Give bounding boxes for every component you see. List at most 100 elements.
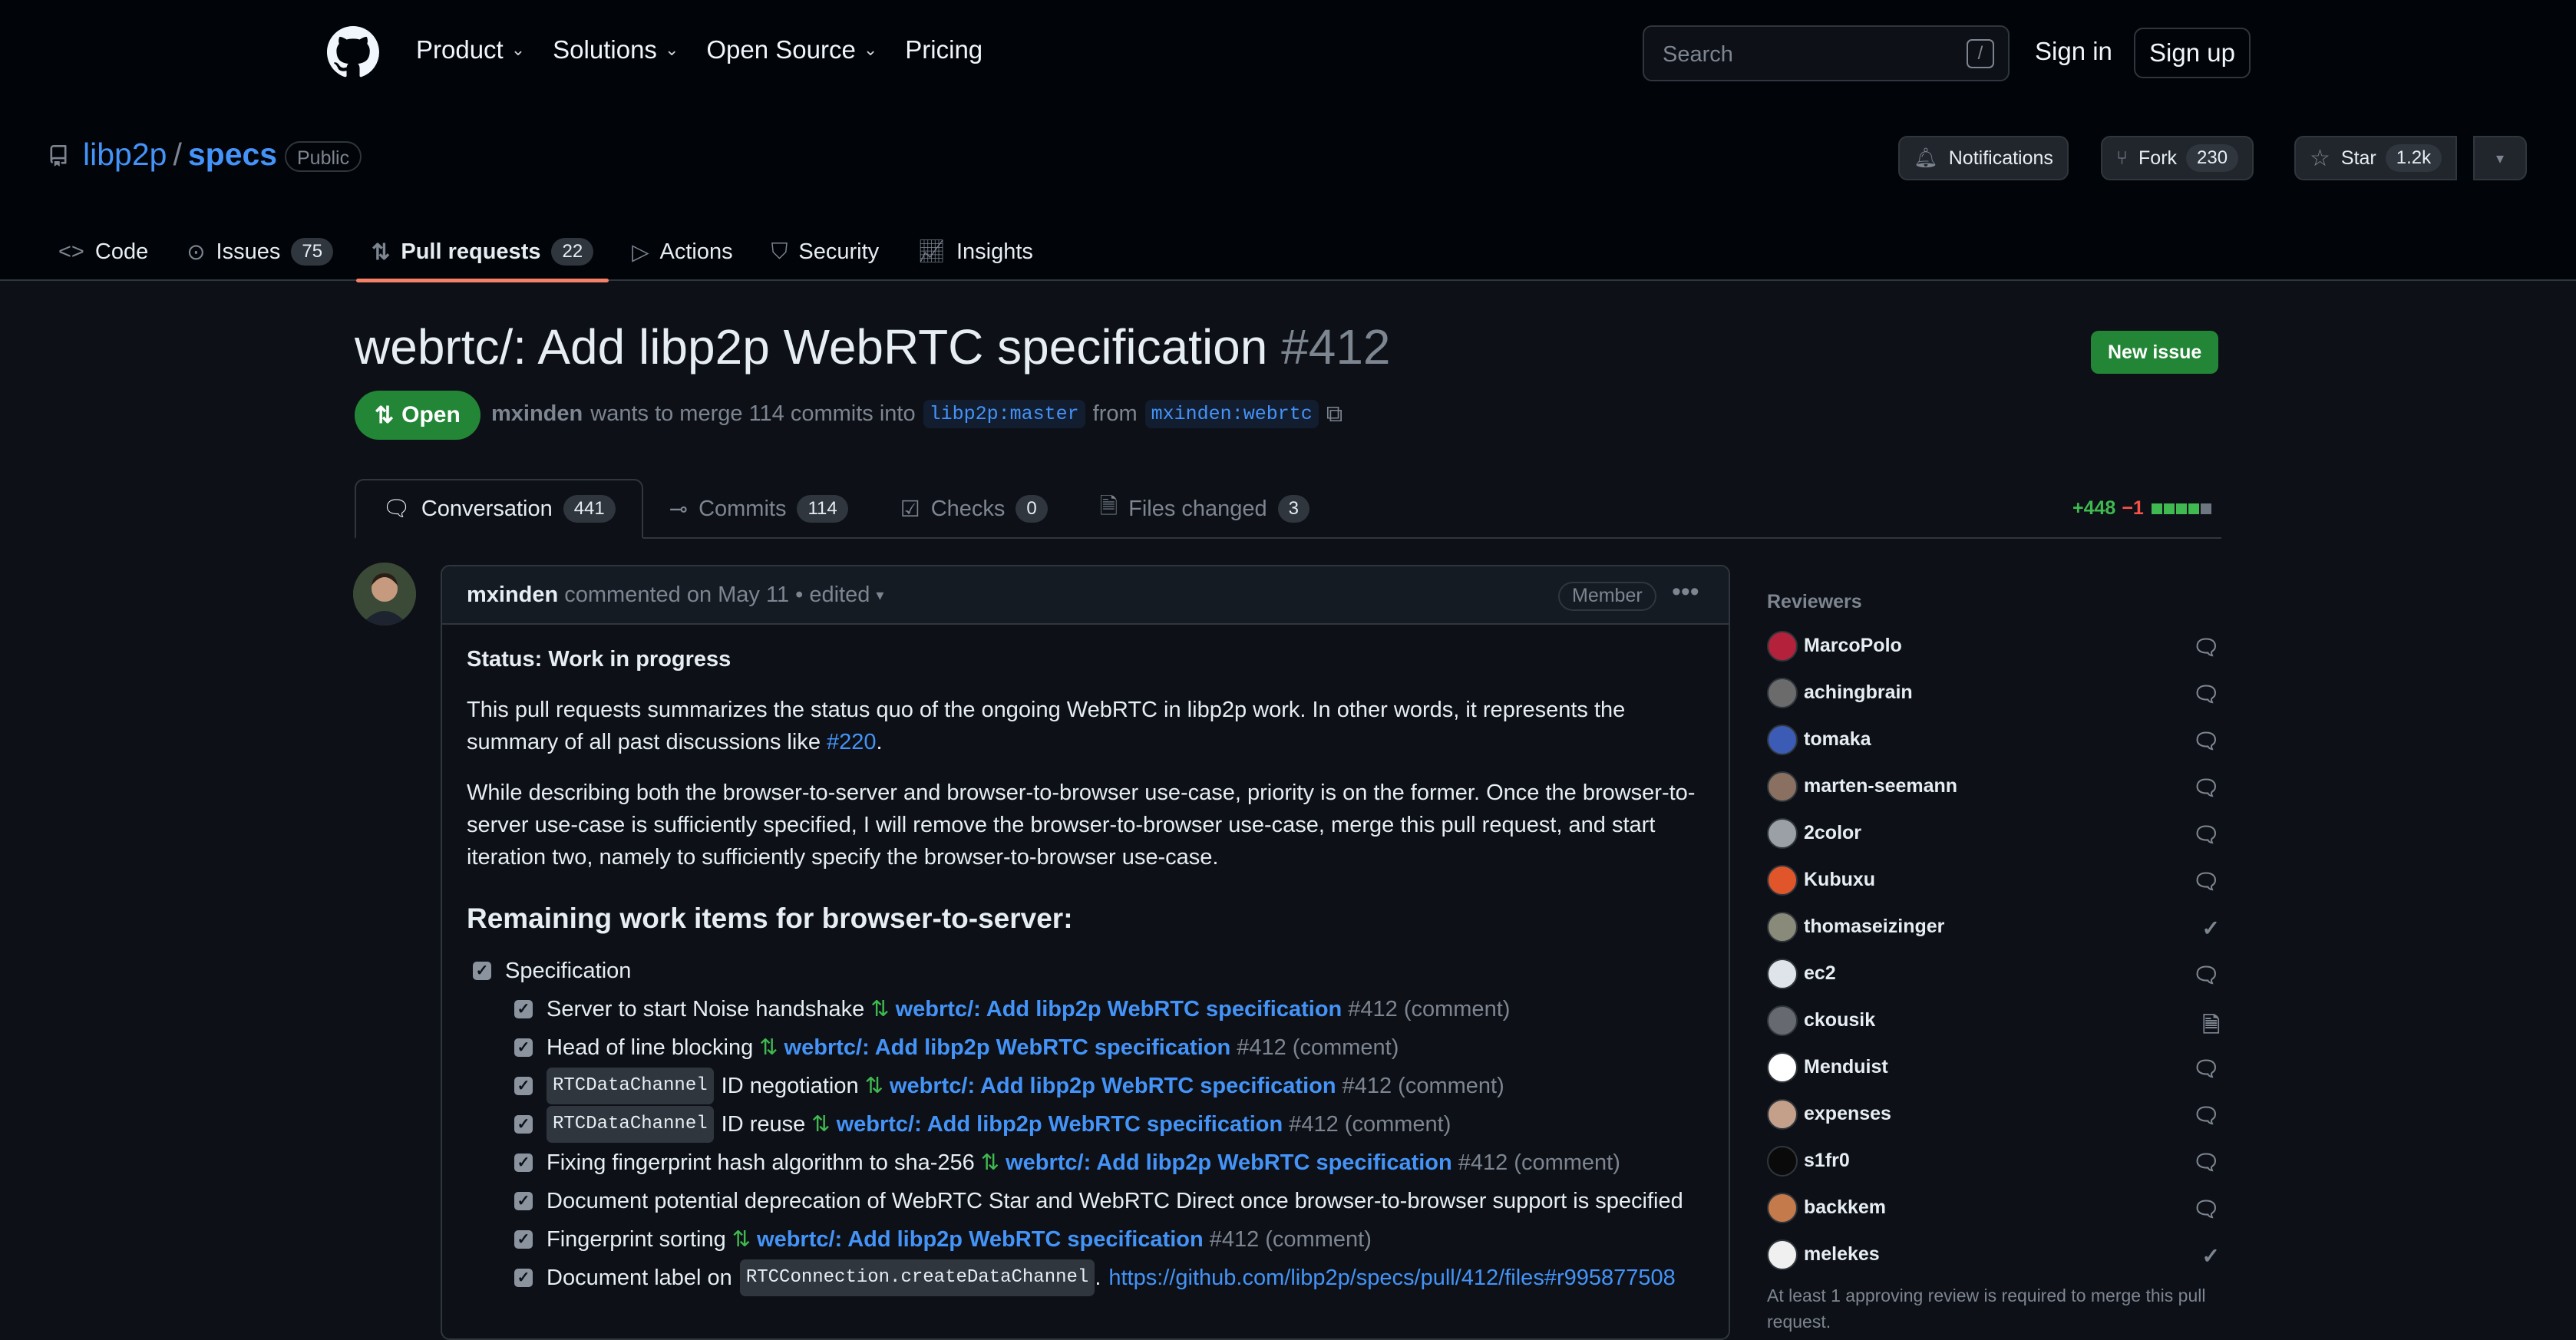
- reviewer-item[interactable]: thomaseizinger ✓: [1767, 903, 2220, 950]
- issue-link[interactable]: #220: [827, 730, 877, 754]
- base-branch[interactable]: libp2p:master: [923, 400, 1085, 428]
- url-link[interactable]: https://github.com/libp2p/specs/pull/412…: [1108, 1262, 1675, 1294]
- reviewer-item[interactable]: 2color 🗨︎: [1767, 810, 2220, 856]
- avatar[interactable]: [1767, 1145, 1798, 1177]
- avatar[interactable]: [1767, 1005, 1798, 1036]
- avatar[interactable]: [1767, 1192, 1798, 1223]
- avatar[interactable]: [353, 563, 416, 625]
- reviewer-name[interactable]: ec2: [1804, 962, 1836, 985]
- github-logo-icon[interactable]: [327, 26, 379, 78]
- reviewer-item[interactable]: ec2 🗨︎: [1767, 950, 2220, 997]
- caret-down-icon[interactable]: ▾: [876, 586, 883, 605]
- tab-insights[interactable]: 📈︎ Insights: [917, 223, 1033, 281]
- reviewer-name[interactable]: Kubuxu: [1804, 869, 1875, 891]
- task-checkbox[interactable]: ✓: [473, 962, 491, 980]
- task-checkbox[interactable]: ✓: [514, 1154, 533, 1172]
- nav-product[interactable]: Product ⌄: [416, 35, 525, 64]
- task-checkbox[interactable]: ✓: [514, 1269, 533, 1287]
- comment-reference[interactable]: #412 (comment): [1237, 1031, 1399, 1064]
- fork-button[interactable]: ⑂ Fork 230: [2101, 136, 2254, 180]
- comment-reference[interactable]: #412 (comment): [1348, 993, 1510, 1025]
- tab-commits[interactable]: ⊸ Commits 114: [643, 479, 874, 539]
- reviewer-name[interactable]: 2color: [1804, 822, 1861, 844]
- reviewer-name[interactable]: ckousik: [1804, 1009, 1875, 1031]
- star-button[interactable]: ☆ Star 1.2k: [2294, 136, 2458, 180]
- avatar[interactable]: [1767, 1098, 1798, 1130]
- reviewer-item[interactable]: Menduist 🗨︎: [1767, 1044, 2220, 1091]
- comment-reference[interactable]: #412 (comment): [1458, 1147, 1620, 1179]
- avatar[interactable]: [1767, 817, 1798, 849]
- pr-author-link[interactable]: mxinden: [491, 401, 583, 427]
- tab-issues[interactable]: ⊙ Issues 75: [187, 223, 334, 281]
- nav-solutions[interactable]: Solutions ⌄: [553, 35, 679, 64]
- reviewer-item[interactable]: s1fr0 🗨︎: [1767, 1137, 2220, 1184]
- reviewer-name[interactable]: tomaka: [1804, 728, 1871, 751]
- reviewer-item[interactable]: ckousik 🗎︎: [1767, 997, 2220, 1044]
- avatar[interactable]: [1767, 724, 1798, 755]
- copy-icon[interactable]: ⧉: [1326, 401, 1342, 427]
- reviewer-item[interactable]: tomaka 🗨︎: [1767, 716, 2220, 763]
- reviewer-name[interactable]: marten-seemann: [1804, 775, 1957, 797]
- avatar[interactable]: [1767, 677, 1798, 708]
- tab-pull-requests[interactable]: ⇅ Pull requests 22: [356, 223, 609, 282]
- head-branch[interactable]: mxinden:webrtc: [1144, 400, 1319, 428]
- tab-conversation[interactable]: 🗨︎ Conversation 441: [355, 479, 643, 539]
- star-list-dropdown[interactable]: ▾: [2473, 136, 2527, 180]
- reviewers-heading[interactable]: Reviewers: [1767, 591, 2220, 613]
- avatar[interactable]: [1767, 771, 1798, 802]
- avatar[interactable]: [1767, 911, 1798, 942]
- reviewer-name[interactable]: achingbrain: [1804, 682, 1913, 704]
- reviewer-name[interactable]: melekes: [1804, 1243, 1880, 1266]
- reviewer-item[interactable]: backkem 🗨︎: [1767, 1184, 2220, 1231]
- task-checkbox[interactable]: ✓: [514, 1000, 533, 1018]
- nav-pricing[interactable]: Pricing: [905, 35, 983, 64]
- notifications-button[interactable]: 🔔︎ Notifications: [1898, 136, 2069, 180]
- repo-name-link[interactable]: specs: [188, 137, 277, 172]
- task-checkbox[interactable]: ✓: [514, 1038, 533, 1057]
- avatar[interactable]: [1767, 630, 1798, 662]
- tab-files-changed[interactable]: 🗎︎ Files changed 3: [1074, 479, 1336, 539]
- pr-reference-link[interactable]: webrtc/: Add libp2p WebRTC specification: [837, 1108, 1283, 1140]
- pr-reference-link[interactable]: webrtc/: Add libp2p WebRTC specification: [1006, 1147, 1452, 1179]
- comment-meta[interactable]: commented on May 11 • edited: [564, 583, 870, 608]
- tab-code[interactable]: <> Code: [58, 223, 148, 281]
- reviewer-item[interactable]: expenses 🗨︎: [1767, 1091, 2220, 1137]
- search-input[interactable]: Search /: [1643, 25, 2010, 81]
- reviewer-item[interactable]: marten-seemann 🗨︎: [1767, 763, 2220, 810]
- tab-checks[interactable]: ☑︎ Checks 0: [874, 479, 1074, 539]
- tab-actions[interactable]: ▷ Actions: [632, 223, 732, 281]
- task-checkbox[interactable]: ✓: [514, 1077, 533, 1095]
- tab-security[interactable]: ⛉ Security: [771, 223, 880, 281]
- reviewer-name[interactable]: s1fr0: [1804, 1150, 1850, 1172]
- avatar[interactable]: [1767, 864, 1798, 896]
- reviewer-name[interactable]: Menduist: [1804, 1056, 1888, 1078]
- reviewer-item[interactable]: Kubuxu 🗨︎: [1767, 856, 2220, 903]
- task-checkbox[interactable]: ✓: [514, 1115, 533, 1134]
- pr-reference-link[interactable]: webrtc/: Add libp2p WebRTC specification: [784, 1031, 1231, 1064]
- repo-owner-link[interactable]: libp2p: [83, 137, 167, 172]
- reviewer-item[interactable]: melekes ✓: [1767, 1231, 2220, 1278]
- new-issue-button[interactable]: New issue: [2091, 331, 2219, 374]
- reviewer-name[interactable]: thomaseizinger: [1804, 916, 1944, 938]
- pr-reference-link[interactable]: webrtc/: Add libp2p WebRTC specification: [890, 1070, 1336, 1102]
- sign-up-button[interactable]: Sign up: [2134, 28, 2251, 78]
- pr-reference-link[interactable]: webrtc/: Add libp2p WebRTC specification: [896, 993, 1342, 1025]
- avatar[interactable]: [1767, 958, 1798, 989]
- comment-reference[interactable]: #412 (comment): [1342, 1070, 1504, 1102]
- pr-reference-link[interactable]: webrtc/: Add libp2p WebRTC specification: [757, 1223, 1204, 1256]
- task-checkbox[interactable]: ✓: [514, 1230, 533, 1249]
- task-checkbox[interactable]: ✓: [514, 1192, 533, 1210]
- reviewer-name[interactable]: backkem: [1804, 1196, 1886, 1219]
- comment-author-link[interactable]: mxinden: [467, 583, 558, 608]
- avatar[interactable]: [1767, 1239, 1798, 1270]
- avatar[interactable]: [1767, 1051, 1798, 1083]
- nav-open-source[interactable]: Open Source ⌄: [706, 35, 877, 64]
- reviewer-item[interactable]: MarcoPolo 🗨︎: [1767, 622, 2220, 669]
- reviewer-name[interactable]: MarcoPolo: [1804, 635, 1902, 657]
- comment-reference[interactable]: #412 (comment): [1289, 1108, 1451, 1140]
- sign-in-link[interactable]: Sign in: [2035, 37, 2112, 66]
- reviewer-name[interactable]: expenses: [1804, 1103, 1891, 1125]
- comment-reference[interactable]: #412 (comment): [1210, 1223, 1372, 1256]
- kebab-horizontal-icon[interactable]: •••: [1672, 577, 1699, 607]
- reviewer-item[interactable]: achingbrain 🗨︎: [1767, 669, 2220, 716]
